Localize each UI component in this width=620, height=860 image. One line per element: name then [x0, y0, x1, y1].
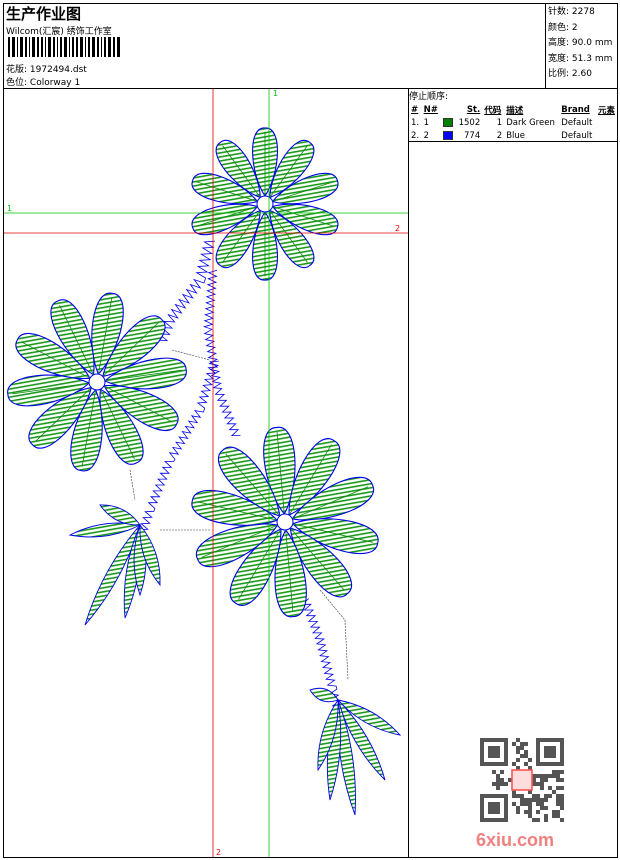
stat-scale: 比例: 2.60: [548, 69, 592, 79]
marker-1-left: 1: [7, 204, 12, 213]
table-row: 1. 1 1502 1 Dark Green Default: [411, 117, 593, 128]
color-swatch: [442, 117, 453, 127]
barcode: [8, 37, 138, 57]
leaf-cluster-right: [309, 687, 402, 816]
stem: [202, 269, 241, 436]
stat-width: 宽度: 51.3 mm: [548, 53, 613, 64]
panel-divider: [408, 88, 409, 858]
leaf: [309, 687, 339, 703]
table-row: 2. 2 774 2 Blue Default: [411, 130, 593, 141]
embroidery-design-preview: 1 1 2 2: [4, 89, 408, 857]
stats-divider: [545, 3, 546, 89]
stat-colors: 颜色: 2: [548, 22, 578, 33]
stop-table: # N# St. 代码 描述 Brand 元素 1. 1 1502 1 Dark G…: [409, 104, 618, 142]
color-swatch: [442, 130, 453, 140]
leaf: [99, 504, 141, 526]
design-value: 1972494.dst: [29, 65, 87, 75]
watermark-logo: 6xiu.com: [476, 830, 555, 850]
flower-top: [191, 127, 339, 281]
design-file: 花版: 1972494.dst: [6, 62, 87, 75]
company-name: Wilcom(汇宸) 绣饰工作室: [6, 27, 112, 37]
flower-bottom: [191, 426, 379, 618]
stats-panel: 针数: 2278 颜色: 2 高度: 90.0 mm 宽度: 51.3 mm 比…: [548, 5, 612, 83]
stat-stitches: 针数: 2278: [548, 7, 595, 17]
stat-height: 高度: 90.0 mm: [548, 38, 613, 48]
flower-left: [7, 292, 187, 472]
stop-sequence: 停止顺序: # N# St. 代码 描述 Brand 元素 1. 1 1502 1 …: [409, 89, 618, 142]
page-title: 生产作业图: [6, 5, 82, 23]
colorway-label: 色位:: [6, 78, 28, 88]
stop-sequence-title: 停止顺序:: [409, 92, 449, 102]
marker-2-bottom: 2: [216, 848, 221, 857]
leaf: [68, 522, 142, 538]
stamp: [511, 769, 533, 791]
marker-1-top: 1: [273, 89, 278, 98]
design-label: 花版:: [6, 65, 28, 75]
marker-2-right: 2: [395, 224, 400, 233]
colorway-value: Colorway 1: [29, 78, 81, 88]
qr-code: [480, 738, 564, 822]
leaf-cluster-left: [68, 504, 161, 626]
colorway: 色位: Colorway 1: [6, 75, 80, 88]
